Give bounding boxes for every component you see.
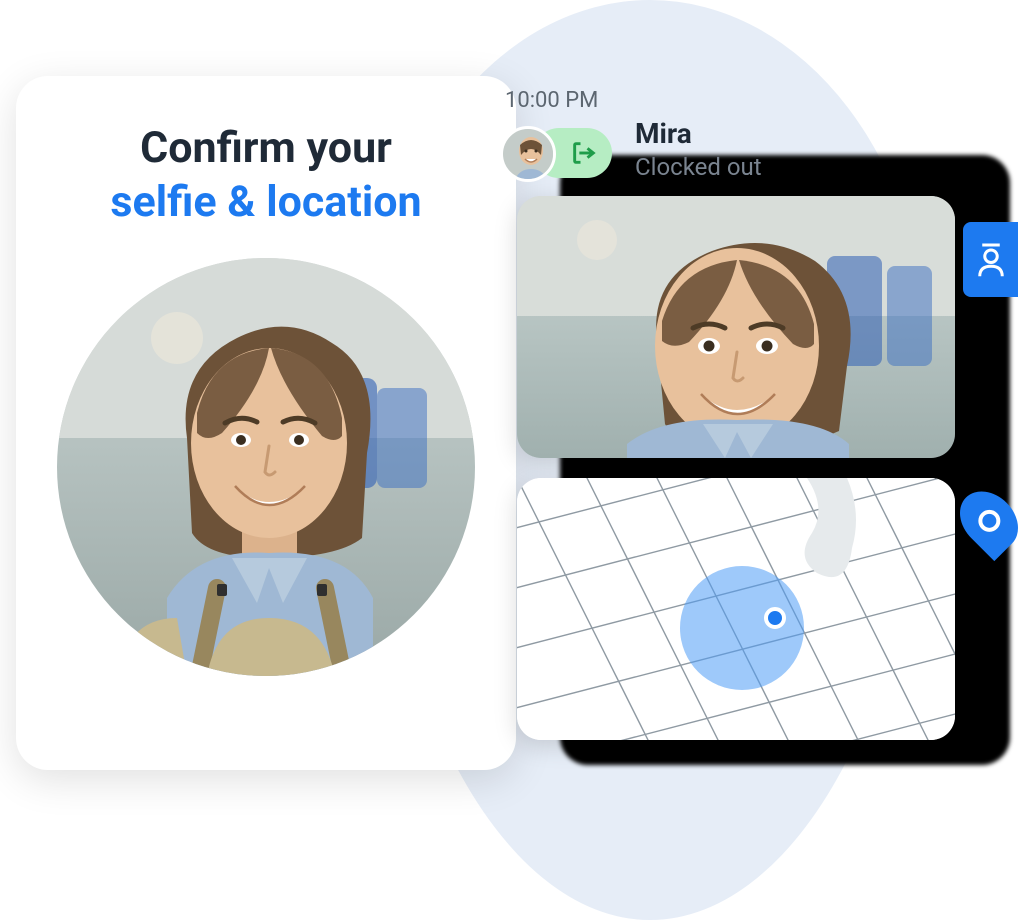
status-time: 10:00 PM: [505, 88, 598, 113]
confirm-card: Confirm your selfie & location: [16, 76, 516, 770]
selfie-tile[interactable]: [517, 196, 955, 458]
selfie-tile-illustration: [517, 196, 955, 458]
avatar-thumbnail[interactable]: [500, 126, 556, 182]
status-user-name: Mira: [635, 117, 692, 150]
location-pin-icon: [978, 510, 1000, 532]
person-icon: [976, 242, 1006, 278]
map-illustration: [517, 478, 955, 740]
exit-icon: [570, 139, 598, 167]
heading-line1: Confirm your: [140, 122, 392, 176]
person-badge[interactable]: [963, 222, 1018, 297]
selfie-person-illustration: [57, 258, 475, 676]
location-map-tile[interactable]: [517, 478, 955, 740]
heading-line2: selfie & location: [110, 176, 421, 230]
selfie-preview[interactable]: [57, 258, 475, 676]
status-text: Clocked out: [635, 153, 762, 181]
